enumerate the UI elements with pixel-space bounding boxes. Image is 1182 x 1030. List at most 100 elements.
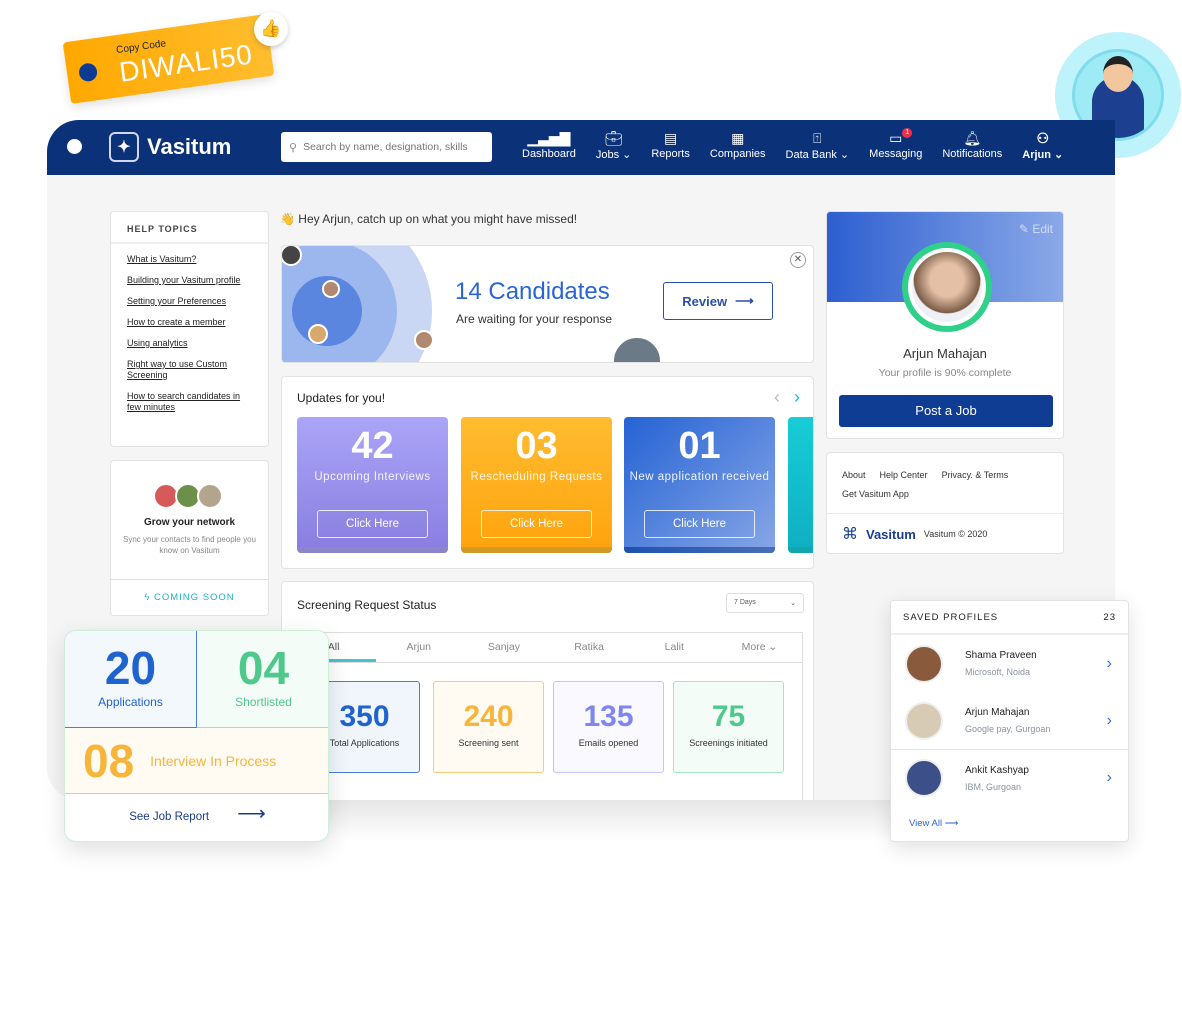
document-icon: ▤ <box>663 130 678 146</box>
chevron-right-icon[interactable]: › <box>794 387 800 408</box>
candidate-avatar <box>308 324 328 344</box>
coming-soon-label: COMING SOON <box>154 592 235 603</box>
chevron-right-icon: › <box>1106 711 1112 729</box>
candidate-avatar <box>414 330 434 350</box>
coupon-tag[interactable]: Copy Code DIWALI50 <box>62 14 275 104</box>
nav-reports[interactable]: ▤ Reports <box>641 128 700 161</box>
brand-name: Vasitum <box>147 134 232 159</box>
help-link[interactable]: Building your Vasitum profile <box>127 275 252 286</box>
message-icon: ▭ <box>889 130 903 146</box>
brand-logo[interactable]: ✦ Vasitum <box>109 132 231 162</box>
network-desc: Sync your contacts to find people you kn… <box>123 535 256 555</box>
click-here-button[interactable]: Click Here <box>481 510 592 538</box>
candidates-banner: 14 Candidates Are waiting for your respo… <box>281 245 814 363</box>
help-link[interactable]: How to create a member <box>127 317 252 328</box>
greeting-text: Hey Arjun, catch up on what you might ha… <box>298 212 578 226</box>
search-box[interactable]: ⚲ <box>281 132 492 162</box>
period-value: 7 Days <box>734 599 756 606</box>
search-input[interactable] <box>303 141 484 153</box>
stat-number: 08 <box>83 734 135 787</box>
saved-title: SAVED PROFILES <box>903 611 999 623</box>
close-icon[interactable]: ✕ <box>790 252 806 268</box>
nav-data-bank[interactable]: ⍐ Data Bank ⌄ <box>776 128 860 161</box>
candidate-avatar <box>612 336 662 362</box>
nav-dashboard[interactable]: ▁▃▅▇ Dashboard <box>512 128 586 161</box>
stat-label: Screenings initiated <box>689 738 768 748</box>
coming-soon-button[interactable]: ϟ COMING SOON <box>111 579 268 615</box>
post-job-button[interactable]: Post a Job <box>839 395 1053 427</box>
see-job-report-link[interactable]: See Job Report ⟶ <box>65 801 328 826</box>
nav-label: Notifications <box>942 148 1003 160</box>
bell-icon: 🔔︎ <box>963 130 982 146</box>
user-icon: ⚇ <box>1036 130 1050 146</box>
nav-label: Data Bank ⌄ <box>785 149 850 161</box>
shortlisted-stat: 04 Shortlisted <box>197 631 328 728</box>
bolt-icon: ϟ <box>144 592 154 603</box>
grow-network-card: Grow your network Sync your contacts to … <box>110 460 269 616</box>
contact-avatars <box>111 483 268 509</box>
click-here-button[interactable]: Click Here <box>317 510 428 538</box>
nav-notifications[interactable]: 🔔︎ Notifications <box>932 128 1012 161</box>
stat-number: 135 <box>583 700 634 733</box>
update-tile-interviews: 42 Upcoming Interviews Click Here <box>297 417 448 553</box>
interview-stat: 08 Interview In Process <box>65 728 328 794</box>
footer-link-privacy[interactable]: Privacy. & Terms <box>942 470 1009 480</box>
arrow-right-icon: ⟶ <box>735 293 754 308</box>
footer-link-app[interactable]: Get Vasitum App <box>842 489 909 499</box>
saved-profile-row[interactable]: Arjun Mahajan Google pay, Gurgoan › <box>891 692 1128 749</box>
tab-lalit[interactable]: Lalit <box>632 633 717 662</box>
avatar <box>905 701 943 740</box>
footer-link-help[interactable]: Help Center <box>880 470 928 480</box>
stat-number: 20 <box>104 642 157 694</box>
click-here-button[interactable]: Click Here <box>644 510 755 538</box>
stat-label: Interview In Process <box>150 752 277 769</box>
help-link[interactable]: Using analytics <box>127 338 252 349</box>
top-navbar: ✦ Vasitum ⚲ ▁▃▅▇ Dashboard 💼︎ Jobs ⌄ ▤ Repor… <box>47 120 1115 175</box>
profile-completion: Your profile is 90% complete <box>878 367 1012 379</box>
update-tile-rescheduling: 03 Rescheduling Requests Click Here <box>461 417 612 553</box>
view-all-link[interactable]: View All ⟶ <box>909 818 958 829</box>
help-link[interactable]: What is Vasitum? <box>127 254 252 265</box>
saved-profile-row[interactable]: Shama Praveen Microsoft, Noida › <box>891 635 1128 692</box>
chevron-left-icon[interactable]: ‹ <box>774 387 780 408</box>
tab-bar: All Arjun Sanjay Ratika Lalit More ⌄ <box>291 633 802 663</box>
tab-sanjay[interactable]: Sanjay <box>461 633 546 662</box>
help-link[interactable]: How to search candidates in few minutes <box>127 391 242 413</box>
help-link[interactable]: Setting your Preferences <box>127 296 252 307</box>
nav-messaging[interactable]: ▭ 1 Messaging <box>859 128 932 161</box>
review-button[interactable]: Review ⟶ <box>663 282 773 320</box>
tab-arjun[interactable]: Arjun <box>376 633 461 662</box>
screening-tabs-panel: All Arjun Sanjay Ratika Lalit More ⌄ 350… <box>290 632 803 800</box>
stat-number: 240 <box>463 700 514 733</box>
stat-label: Shortlisted <box>235 695 292 709</box>
tab-more[interactable]: More ⌄ <box>717 633 802 662</box>
avatar <box>905 759 943 797</box>
copyright: Vasitum © 2020 <box>923 529 988 539</box>
tile-number: 42 <box>351 425 394 467</box>
help-link[interactable]: Right way to use Custom Screening <box>127 359 237 381</box>
period-select[interactable]: 7 Days ⌄ <box>726 593 804 613</box>
chevron-right-icon: › <box>1106 769 1112 786</box>
nav-jobs[interactable]: 💼︎ Jobs ⌄ <box>586 128 642 161</box>
help-title: HELP TOPICS <box>111 212 268 244</box>
saved-profile-row[interactable]: Ankit Kashyap IBM, Gurgoan › <box>891 749 1128 806</box>
edit-profile-button[interactable]: ✎ Edit <box>1019 222 1053 236</box>
job-summary-card: 20 Applications 04 Shortlisted 08 Interview… <box>64 630 329 842</box>
candidates-subtitle: Are waiting for your response <box>456 312 613 326</box>
footer-link-about[interactable]: About <box>842 470 866 480</box>
pencil-icon: ✎ <box>1018 222 1033 236</box>
update-tile-partial <box>788 417 813 553</box>
view-all-label: View All <box>909 818 943 829</box>
profile-org: IBM, Gurgoan <box>965 781 1022 792</box>
tab-ratika[interactable]: Ratika <box>547 633 632 662</box>
profile-name: Shama Praveen <box>965 650 1037 661</box>
nav-label: Dashboard <box>522 148 576 160</box>
profile-org: Microsoft, Noida <box>965 667 1031 677</box>
screening-card: Screening Request Status 7 Days ⌄ All Arj… <box>281 581 814 800</box>
stat-label: Screening sent <box>458 738 519 748</box>
nav-user-menu[interactable]: ⚇ Arjun ⌄ <box>1012 128 1073 161</box>
tile-label: Upcoming Interviews <box>314 471 431 483</box>
saved-count: 23 <box>1103 611 1116 623</box>
profile-avatar <box>902 242 992 332</box>
nav-companies[interactable]: ▦ Companies <box>700 128 776 161</box>
